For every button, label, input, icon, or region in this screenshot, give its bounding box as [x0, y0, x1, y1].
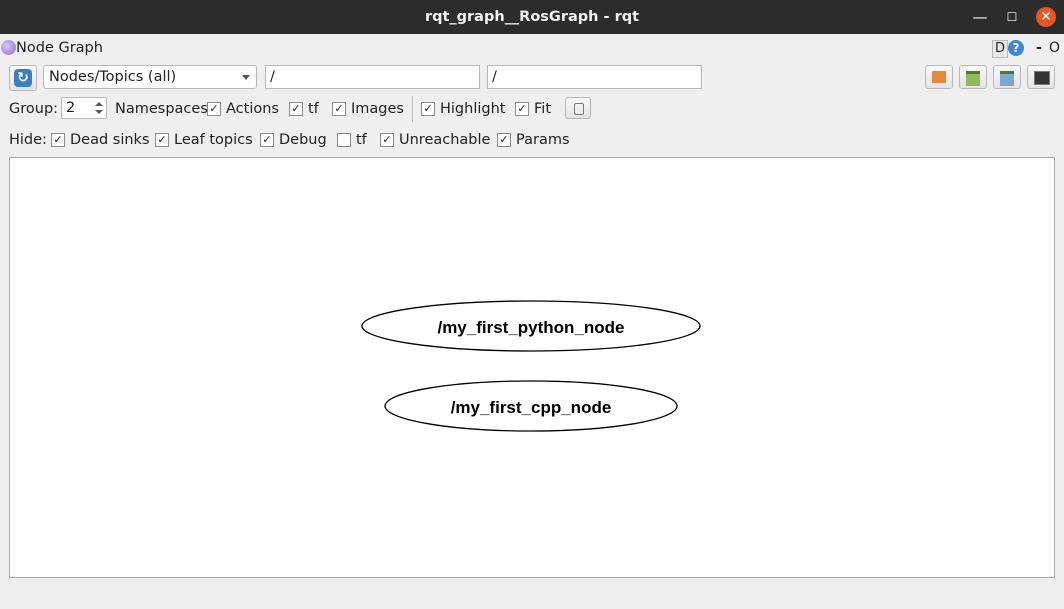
- images-label: Images: [351, 101, 404, 117]
- fit-label: Fit: [534, 101, 551, 117]
- images-checkbox[interactable]: ✓: [332, 102, 346, 116]
- fit-checkbox[interactable]: ✓: [515, 102, 529, 116]
- highlight-checkbox[interactable]: ✓: [421, 102, 435, 116]
- graph-svg: /my_first_python_node /my_first_cpp_node: [361, 300, 701, 432]
- debug-label: Debug: [279, 132, 327, 148]
- load-dot-button[interactable]: [925, 65, 953, 89]
- dock-minimize-button[interactable]: -: [1036, 40, 1042, 56]
- hide-label: Hide:: [9, 132, 47, 148]
- fit-icon: [574, 103, 584, 115]
- close-button[interactable]: ✕: [1036, 7, 1056, 27]
- group-label: Group:: [9, 101, 59, 117]
- save-image-icon: [1000, 71, 1014, 86]
- namespaces-label: Namespaces: [115, 101, 208, 117]
- unreachable-label: Unreachable: [399, 132, 491, 148]
- chevron-down-icon: [242, 75, 250, 80]
- leaf-topics-label: Leaf topics: [174, 132, 253, 148]
- graph-mode-value: Nodes/Topics (all): [49, 69, 177, 85]
- tf-checkbox[interactable]: ✓: [289, 102, 303, 116]
- hide-tf-checkbox[interactable]: [337, 133, 351, 147]
- refresh-button[interactable]: ↻: [9, 65, 37, 91]
- save-dot-button[interactable]: [959, 65, 987, 89]
- toolbar-separator: [412, 96, 413, 122]
- actions-label: Actions: [226, 101, 279, 117]
- debug-checkbox[interactable]: ✓: [260, 133, 274, 147]
- screen-icon: [1034, 71, 1050, 85]
- dock-options-button[interactable]: O: [1049, 40, 1060, 56]
- refresh-icon: ↻: [14, 69, 32, 87]
- highlight-label: Highlight: [440, 101, 506, 117]
- dead-sinks-checkbox[interactable]: ✓: [51, 133, 65, 147]
- node-graph-icon: [1, 40, 16, 55]
- help-icon[interactable]: ?: [1008, 40, 1024, 56]
- unreachable-checkbox[interactable]: ✓: [380, 133, 394, 147]
- save-image-button[interactable]: [993, 65, 1021, 89]
- tf-label: tf: [308, 101, 319, 117]
- window-title: rqt_graph__RosGraph - rqt: [424, 9, 640, 25]
- graph-mode-select[interactable]: Nodes/Topics (all): [43, 65, 257, 89]
- save-icon: [966, 71, 980, 86]
- hide-tf-label: tf: [356, 132, 367, 148]
- params-label: Params: [516, 132, 570, 148]
- topic-filter-input[interactable]: /: [487, 65, 702, 89]
- graph-node-cpp-label: /my_first_cpp_node: [451, 398, 612, 417]
- leaf-topics-checkbox[interactable]: ✓: [155, 133, 169, 147]
- graph-node-python-label: /my_first_python_node: [437, 318, 624, 337]
- maximize-button[interactable]: ☐: [1002, 7, 1022, 27]
- folder-icon: [932, 71, 946, 83]
- screenshot-button[interactable]: [1027, 65, 1055, 89]
- fit-in-view-button[interactable]: [565, 97, 591, 119]
- actions-checkbox[interactable]: ✓: [207, 102, 221, 116]
- minimize-button[interactable]: —: [970, 7, 990, 27]
- graph-canvas[interactable]: /my_first_python_node /my_first_cpp_node: [9, 157, 1055, 578]
- node-filter-input[interactable]: /: [265, 65, 480, 89]
- group-value: 2: [66, 100, 76, 116]
- title-bar: rqt_graph__RosGraph - rqt — ☐ ✕: [0, 0, 1064, 34]
- plugin-title: Node Graph: [16, 40, 103, 56]
- dock-d-button[interactable]: D: [992, 40, 1008, 58]
- params-checkbox[interactable]: ✓: [497, 133, 511, 147]
- dead-sinks-label: Dead sinks: [70, 132, 150, 148]
- group-spinbox[interactable]: 2: [61, 97, 107, 119]
- spin-up-icon[interactable]: [95, 102, 103, 106]
- spin-down-icon[interactable]: [95, 110, 103, 114]
